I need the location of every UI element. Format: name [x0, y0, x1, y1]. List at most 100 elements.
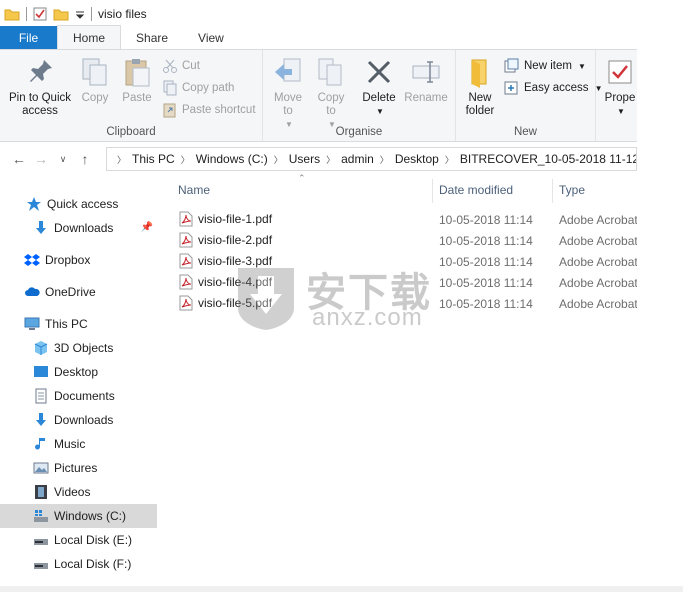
nav-onedrive[interactable]: OneDrive [0, 280, 157, 304]
easy-access-label: Easy access [524, 82, 589, 94]
star-icon [27, 197, 41, 211]
properties-button[interactable]: Prope ▼ [602, 56, 638, 118]
tab-file[interactable]: File [0, 26, 57, 50]
address-bar[interactable]: 〉 This PC 〉 Windows (C:) 〉 Users 〉 admin… [106, 147, 637, 171]
column-header-type[interactable]: Type [559, 179, 585, 201]
ribbon-tabs: File Home Share View [0, 25, 637, 50]
cube-icon [34, 341, 48, 355]
nav-windows-c[interactable]: Windows (C:) [0, 504, 157, 528]
paste-shortcut-button[interactable]: Paste shortcut [162, 102, 256, 118]
breadcrumb-this-pc[interactable]: This PC [126, 152, 181, 166]
paste-label: Paste [122, 92, 152, 104]
nav-label: Desktop [54, 365, 99, 379]
properties-check-icon[interactable] [33, 7, 47, 21]
file-date: 10-05-2018 11:14 [439, 255, 533, 269]
rename-icon [412, 61, 440, 83]
column-divider[interactable] [432, 179, 433, 203]
breadcrumb-current-folder[interactable]: BITRECOVER_10-05-2018 11-12 [454, 152, 636, 166]
nav-local-disk-f[interactable]: Local Disk (F:) [0, 552, 157, 576]
nav-label: Downloads [54, 221, 114, 235]
new-folder-icon[interactable] [53, 7, 69, 21]
breadcrumb-separator-icon[interactable]: 〉 [445, 153, 454, 166]
move-to-text: Move to [273, 92, 303, 117]
file-type: Adobe Acrobat [559, 297, 638, 311]
file-row[interactable]: visio-file-4.pdf 10-05-2018 11:14 Adobe … [176, 272, 638, 293]
easy-access-button[interactable]: Easy access ▼ [504, 80, 602, 96]
nav-documents[interactable]: Documents [0, 384, 157, 408]
nav-3d-objects[interactable]: 3D Objects [0, 336, 157, 360]
pin-to-quick-access-button[interactable]: Pin to Quick access [6, 56, 74, 118]
nav-local-disk-e[interactable]: Local Disk (E:) [0, 528, 157, 552]
column-divider[interactable] [552, 179, 553, 203]
properties-icon [608, 60, 632, 84]
new-group: New folder New item ▼ Easy access ▼ New [456, 50, 602, 141]
file-date: 10-05-2018 11:14 [439, 213, 533, 227]
toolbar-separator [26, 7, 27, 21]
cut-button[interactable]: Cut [162, 58, 200, 74]
nav-label: OneDrive [45, 285, 96, 299]
breadcrumb-desktop[interactable]: Desktop [389, 152, 445, 166]
tab-share[interactable]: Share [121, 26, 183, 50]
rename-button[interactable]: Rename [403, 56, 449, 105]
open-group: Prope ▼ [596, 50, 637, 141]
forward-arrow-icon[interactable]: → [30, 147, 52, 171]
breadcrumb-separator-icon[interactable]: 〉 [181, 153, 190, 166]
file-row[interactable]: visio-file-3.pdf 10-05-2018 11:14 Adobe … [176, 251, 638, 272]
customize-toolbar-icon[interactable] [75, 7, 85, 21]
breadcrumb-windows-c[interactable]: Windows (C:) [190, 152, 274, 166]
dropbox-icon [24, 254, 40, 266]
breadcrumb-users[interactable]: Users [283, 152, 326, 166]
copy-label: Copy [81, 92, 109, 104]
clipboard-group: Pin to Quick access Copy Paste Cut Copy … [0, 50, 263, 141]
desktop-icon [34, 366, 48, 377]
new-item-button[interactable]: New item ▼ [504, 58, 586, 74]
paste-shortcut-label: Paste shortcut [182, 104, 256, 116]
document-icon [35, 388, 47, 404]
nav-label: Documents [54, 389, 115, 403]
tab-view[interactable]: View [183, 26, 239, 50]
navigation-pane: Quick access Downloads 📌 Dropbox OneDriv… [0, 183, 160, 583]
nav-quick-access[interactable]: Quick access [0, 192, 157, 216]
up-arrow-icon[interactable]: ↑ [74, 147, 96, 171]
nav-downloads[interactable]: Downloads [0, 408, 157, 432]
file-list: ⌃ Name Date modified Type visio-file-1.p… [160, 173, 638, 585]
nav-videos[interactable]: Videos [0, 480, 157, 504]
delete-button[interactable]: Delete ▼ [361, 56, 397, 118]
nav-music[interactable]: Music [0, 432, 157, 456]
nav-label: Local Disk (F:) [54, 557, 132, 571]
folder-icon [4, 9, 20, 21]
file-row[interactable]: visio-file-2.pdf 10-05-2018 11:14 Adobe … [176, 230, 638, 251]
nav-this-pc[interactable]: This PC [0, 312, 157, 336]
film-icon [35, 485, 47, 499]
move-to-button[interactable]: Move to ▼ [269, 56, 307, 131]
breadcrumb-admin[interactable]: admin [335, 152, 380, 166]
tab-home[interactable]: Home [57, 25, 122, 50]
file-name-cell: visio-file-3.pdf [178, 253, 272, 269]
breadcrumb-separator-icon[interactable]: 〉 [380, 153, 389, 166]
nav-dropbox[interactable]: Dropbox [0, 248, 157, 272]
breadcrumb-separator-icon[interactable]: 〉 [326, 153, 335, 166]
nav-pictures[interactable]: Pictures [0, 456, 157, 480]
copy-button[interactable]: Copy [78, 56, 112, 105]
recent-locations-chevron-icon[interactable]: ∨ [52, 147, 74, 171]
copy-to-icon [318, 58, 342, 86]
breadcrumb-separator-icon[interactable]: 〉 [274, 153, 283, 166]
nav-desktop[interactable]: Desktop [0, 360, 157, 384]
address-row: ← → ∨ ↑ 〉 This PC 〉 Windows (C:) 〉 Users… [0, 143, 637, 175]
column-header-name[interactable]: Name [178, 179, 210, 201]
new-folder-button[interactable]: New folder [460, 56, 500, 118]
nav-qa-downloads[interactable]: Downloads 📌 [0, 216, 157, 240]
back-arrow-icon[interactable]: ← [8, 147, 30, 171]
column-header-date-modified[interactable]: Date modified [439, 179, 513, 201]
window-title: visio files [98, 7, 147, 21]
file-row[interactable]: visio-file-1.pdf 10-05-2018 11:14 Adobe … [176, 209, 638, 230]
file-row[interactable]: visio-file-5.pdf 10-05-2018 11:14 Adobe … [176, 293, 638, 314]
clipboard-group-label: Clipboard [106, 126, 156, 138]
copy-path-button[interactable]: Copy path [162, 80, 234, 96]
download-arrow-icon [36, 413, 46, 426]
file-date: 10-05-2018 11:14 [439, 276, 533, 290]
paste-button[interactable]: Paste [118, 56, 156, 105]
copy-to-button[interactable]: Copy to ▼ [313, 56, 349, 131]
breadcrumb-separator-icon: 〉 [117, 154, 127, 165]
pinned-icon[interactable]: 📌 [141, 222, 153, 233]
